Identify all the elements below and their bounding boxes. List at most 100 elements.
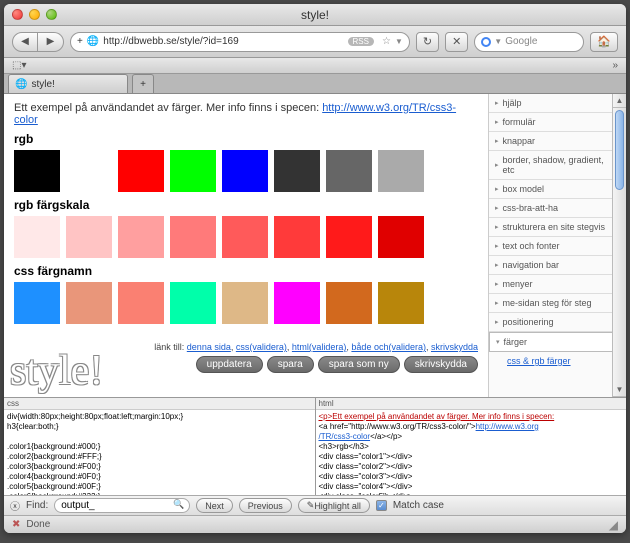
match-case-label: Match case (393, 500, 444, 511)
find-bar: ⓧ Find: 🔍 Next Previous ✎ Highlight all … (4, 495, 626, 515)
footer-link[interactable]: denna sida (187, 342, 231, 352)
sidebar-item[interactable]: ▸knappar (489, 132, 612, 151)
match-case-checkbox[interactable]: ✓ (376, 500, 387, 511)
color-swatch (378, 216, 424, 258)
browser-window: style! ◀ ▶ + 🌐 http://dbwebb.se/style/?i… (4, 4, 626, 533)
stop-button[interactable]: ✕ (445, 32, 468, 52)
sidebar-item[interactable]: ▸me-sidan steg för steg (489, 294, 612, 313)
find-prev-button[interactable]: Previous (239, 498, 292, 513)
bookmarks-bar: ⬚▾ » (4, 58, 626, 74)
rss-badge[interactable]: RSS (348, 37, 374, 46)
vertical-scrollbar[interactable]: ▲ ▼ (612, 94, 626, 397)
footer-link[interactable]: skrivskydda (431, 342, 478, 352)
sidebar-item[interactable]: ▸strukturera en site stegvis (489, 218, 612, 237)
color-swatch (14, 150, 60, 192)
sidebar-item[interactable]: ▾färger (489, 332, 612, 352)
sidebar-item[interactable]: ▸positionering (489, 313, 612, 332)
bookmark-star-icon[interactable]: ☆ (382, 36, 391, 47)
css-pane: css div{width:80px;height:80px;float:lef… (4, 398, 316, 495)
back-button[interactable]: ◀ (12, 32, 38, 52)
tab-label: style! (31, 79, 54, 90)
color-swatch (14, 282, 60, 324)
color-swatch (326, 150, 372, 192)
color-swatch (170, 282, 216, 324)
sidebar: ▸hjälp▸formulär▸knappar▸border, shadow, … (488, 94, 612, 397)
scroll-down-button[interactable]: ▼ (613, 383, 626, 397)
sidebar-item[interactable]: ▸hjälp (489, 94, 612, 113)
protect-button[interactable]: skrivskydda (404, 356, 478, 373)
chevron-icon: ▸ (495, 204, 499, 212)
footer-link[interactable]: html(validera) (292, 342, 347, 352)
forward-button[interactable]: ▶ (38, 32, 64, 52)
page-main: Ett exempel på användandet av färger. Me… (4, 94, 488, 397)
heading-rgb: rgb (14, 132, 478, 146)
color-swatch (222, 150, 268, 192)
sidebar-item[interactable]: ▸box model (489, 180, 612, 199)
color-swatch (378, 282, 424, 324)
sidebar-item[interactable]: ▸menyer (489, 275, 612, 294)
toolbar: ◀ ▶ + 🌐 http://dbwebb.se/style/?id=169 R… (4, 26, 626, 58)
heading-rgb-scale: rgb färgskala (14, 198, 478, 212)
color-swatch (170, 150, 216, 192)
code-split: css div{width:80px;height:80px;float:lef… (4, 397, 626, 495)
resize-grip-icon[interactable]: ◢ (609, 518, 618, 532)
bookmarks-chevron-icon[interactable]: » (612, 60, 618, 71)
color-swatch (118, 150, 164, 192)
chevron-icon: ▸ (495, 223, 499, 231)
bookmark-plus-icon[interactable]: + (77, 36, 83, 47)
chevron-icon: ▸ (495, 261, 499, 269)
sidebar-item[interactable]: ▸css-bra-att-ha (489, 199, 612, 218)
chevron-icon: ▸ (495, 118, 499, 126)
nav-buttons: ◀ ▶ (12, 32, 64, 52)
html-code[interactable]: <p>Ett exempel på användandet av färger.… (316, 410, 627, 495)
heading-css-names: css färgnamn (14, 264, 478, 278)
find-next-button[interactable]: Next (196, 498, 233, 513)
scroll-up-button[interactable]: ▲ (613, 94, 626, 108)
color-swatch (118, 282, 164, 324)
css-label: css (4, 398, 315, 410)
saveas-button[interactable]: spara som ny (318, 356, 400, 373)
color-swatch (326, 282, 372, 324)
find-input[interactable] (54, 498, 190, 513)
links-label: länk till: (154, 342, 187, 352)
find-close-button[interactable]: ⓧ (10, 498, 20, 513)
highlight-label: Highlight all (314, 501, 361, 511)
home-button[interactable]: 🏠 (590, 32, 618, 52)
sidebar-item[interactable]: ▸formulär (489, 113, 612, 132)
google-icon (481, 37, 491, 47)
bookmarks-folder[interactable]: ⬚▾ (12, 60, 26, 71)
status-bar: ✖ Done ◢ (4, 515, 626, 533)
color-swatch (222, 282, 268, 324)
url-field[interactable]: + 🌐 http://dbwebb.se/style/?id=169 RSS ☆… (70, 32, 410, 52)
sidebar-sublink[interactable]: css & rgb färger (507, 356, 571, 366)
search-field[interactable]: ▼ Google (474, 32, 584, 52)
scroll-thumb[interactable] (615, 110, 624, 190)
tab-active[interactable]: 🌐 style! (8, 74, 128, 93)
save-button[interactable]: spara (267, 356, 314, 373)
dropdown-icon[interactable]: ▼ (395, 37, 403, 46)
chevron-icon: ▸ (495, 161, 499, 169)
highlight-all-button[interactable]: ✎ Highlight all (298, 498, 370, 513)
css-code[interactable]: div{width:80px;height:80px;float:left;ma… (4, 410, 315, 495)
search-placeholder: Google (505, 36, 537, 47)
site-icon: 🌐 (87, 36, 99, 47)
footer-link[interactable]: både och(validera) (351, 342, 426, 352)
sidebar-item[interactable]: ▸navigation bar (489, 256, 612, 275)
color-swatch (66, 216, 112, 258)
chevron-icon: ▸ (495, 185, 499, 193)
new-tab-button[interactable]: + (132, 74, 154, 93)
color-swatch (274, 282, 320, 324)
footer-link[interactable]: css(validera) (236, 342, 287, 352)
color-swatch (326, 216, 372, 258)
sidebar-item[interactable]: ▸text och fonter (489, 237, 612, 256)
content-area: Ett exempel på användandet av färger. Me… (4, 94, 626, 515)
tab-bar: 🌐 style! + (4, 74, 626, 94)
status-text: Done (26, 519, 50, 530)
swatches-rgb (14, 150, 478, 192)
html-pane: html <p>Ett exempel på användandet av fä… (316, 398, 627, 495)
update-button[interactable]: uppdatera (196, 356, 263, 373)
reload-button[interactable]: ↻ (416, 32, 439, 52)
scroll-track[interactable] (613, 108, 626, 383)
color-swatch (66, 282, 112, 324)
sidebar-item[interactable]: ▸border, shadow, gradient, etc (489, 151, 612, 180)
